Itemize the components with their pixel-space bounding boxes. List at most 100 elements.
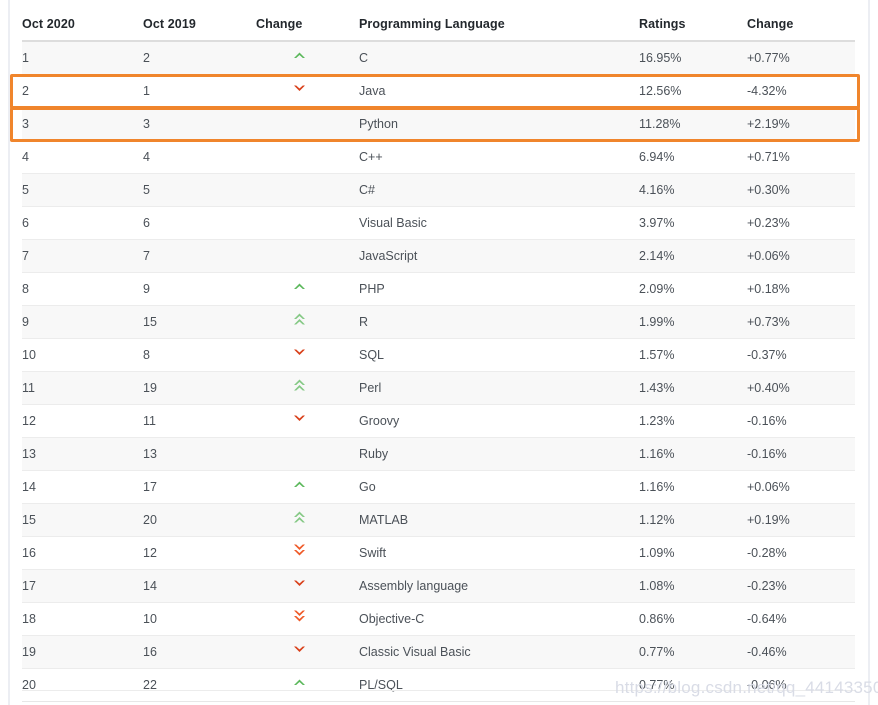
column-header-rank-prev: Oct 2019 [143,8,256,42]
table-row[interactable]: 12 11 Groovy 1.23% -0.16% [22,404,855,438]
chevron-up-icon [256,677,359,691]
cell-rank-now: 3 [22,107,143,141]
cell-language: R [359,305,639,339]
cell-change [256,668,359,702]
cell-rank-now: 10 [22,338,143,372]
table-row[interactable]: 19 16 Classic Visual Basic 0.77% -0.46% [22,635,855,669]
cell-ratings: 16.95% [639,41,747,75]
table-row[interactable]: 18 10 Objective-C 0.86% -0.64% [22,602,855,636]
double-chevron-up-icon [256,378,359,396]
cell-language: C [359,41,639,75]
cell-delta: +0.30% [747,173,855,207]
cell-ratings: 2.09% [639,272,747,306]
double-chevron-up-icon [256,510,359,528]
cell-rank-prev: 19 [143,371,256,405]
cell-delta: -0.64% [747,602,855,636]
table-row[interactable]: 5 5 C# 4.16% +0.30% [22,173,855,207]
cell-rank-now: 2 [22,74,143,108]
table-row[interactable]: 2 1 Java 12.56% -4.32% [22,74,855,108]
left-edge-rule [8,0,10,705]
table-row[interactable]: 7 7 JavaScript 2.14% +0.06% [22,239,855,273]
cell-change [256,437,359,471]
cell-ratings: 1.08% [639,569,747,603]
table-body: 1 2 C 16.95% +0.77% 2 1 Java 12.56% -4.32% 3 3 Pytho… [22,41,855,702]
cell-language: Assembly language [359,569,639,603]
column-header-rank-now: Oct 2020 [22,8,143,42]
cell-delta: -0.16% [747,404,855,438]
cell-change [256,470,359,504]
table-row[interactable]: 13 13 Ruby 1.16% -0.16% [22,437,855,471]
cell-change [256,536,359,570]
cell-delta: +0.73% [747,305,855,339]
table-row[interactable]: 11 19 Perl 1.43% +0.40% [22,371,855,405]
cell-rank-now: 12 [22,404,143,438]
cell-rank-prev: 1 [143,74,256,108]
table-header: Oct 2020 Oct 2019 Change Programming Lan… [22,8,855,42]
table-row[interactable]: 4 4 C++ 6.94% +0.71% [22,140,855,174]
double-chevron-down-icon [256,609,359,627]
table-row[interactable]: 3 3 Python 11.28% +2.19% [22,107,855,141]
cell-rank-prev: 3 [143,107,256,141]
cell-rank-now: 20 [22,668,143,702]
column-header-ratings: Ratings [639,8,747,42]
cell-rank-prev: 17 [143,470,256,504]
table-row[interactable]: 9 15 R 1.99% +0.73% [22,305,855,339]
cell-rank-now: 9 [22,305,143,339]
right-edge-rule [868,0,870,705]
cell-change [256,272,359,306]
cell-language: PHP [359,272,639,306]
table-row[interactable]: 8 9 PHP 2.09% +0.18% [22,272,855,306]
cell-language: Visual Basic [359,206,639,240]
cell-language: Java [359,74,639,108]
cell-language: Groovy [359,404,639,438]
cell-ratings: 4.16% [639,173,747,207]
table-row[interactable]: 6 6 Visual Basic 3.97% +0.23% [22,206,855,240]
cell-ratings: 1.16% [639,470,747,504]
double-chevron-down-icon [256,543,359,561]
chevron-down-icon [256,644,359,658]
cell-change [256,503,359,537]
chevron-down-icon [256,413,359,427]
cell-ratings: 1.23% [639,404,747,438]
cell-language: Ruby [359,437,639,471]
tiobe-ranking-table: Oct 2020 Oct 2019 Change Programming Lan… [22,8,855,702]
cell-rank-now: 8 [22,272,143,306]
cell-delta: +0.06% [747,239,855,273]
cell-rank-now: 15 [22,503,143,537]
cell-rank-prev: 9 [143,272,256,306]
cell-ratings: 0.77% [639,635,747,669]
cell-change [256,173,359,207]
cell-language: Go [359,470,639,504]
cell-language: MATLAB [359,503,639,537]
column-header-language: Programming Language [359,8,639,42]
cell-rank-now: 18 [22,602,143,636]
cell-rank-prev: 12 [143,536,256,570]
table-row[interactable]: 15 20 MATLAB 1.12% +0.19% [22,503,855,537]
table-row[interactable]: 14 17 Go 1.16% +0.06% [22,470,855,504]
cell-delta: +0.19% [747,503,855,537]
cell-ratings: 1.99% [639,305,747,339]
cell-rank-now: 1 [22,41,143,75]
cell-rank-prev: 5 [143,173,256,207]
cell-rank-prev: 14 [143,569,256,603]
double-chevron-up-icon [256,312,359,330]
cell-ratings: 1.57% [639,338,747,372]
tiobe-index-page: Oct 2020 Oct 2019 Change Programming Lan… [0,0,878,705]
chevron-down-icon [256,578,359,592]
cell-change [256,74,359,108]
cell-delta: +2.19% [747,107,855,141]
cell-change [256,635,359,669]
chevron-up-icon [256,479,359,493]
table-row[interactable]: 10 8 SQL 1.57% -0.37% [22,338,855,372]
cell-language: Swift [359,536,639,570]
cell-change [256,41,359,75]
cell-delta: -0.46% [747,635,855,669]
table-row[interactable]: 1 2 C 16.95% +0.77% [22,41,855,75]
table-row[interactable]: 16 12 Swift 1.09% -0.28% [22,536,855,570]
table-row[interactable]: 17 14 Assembly language 1.08% -0.23% [22,569,855,603]
cell-ratings: 1.43% [639,371,747,405]
chevron-down-icon [256,347,359,361]
cell-rank-prev: 13 [143,437,256,471]
cell-rank-prev: 7 [143,239,256,273]
cell-rank-now: 19 [22,635,143,669]
